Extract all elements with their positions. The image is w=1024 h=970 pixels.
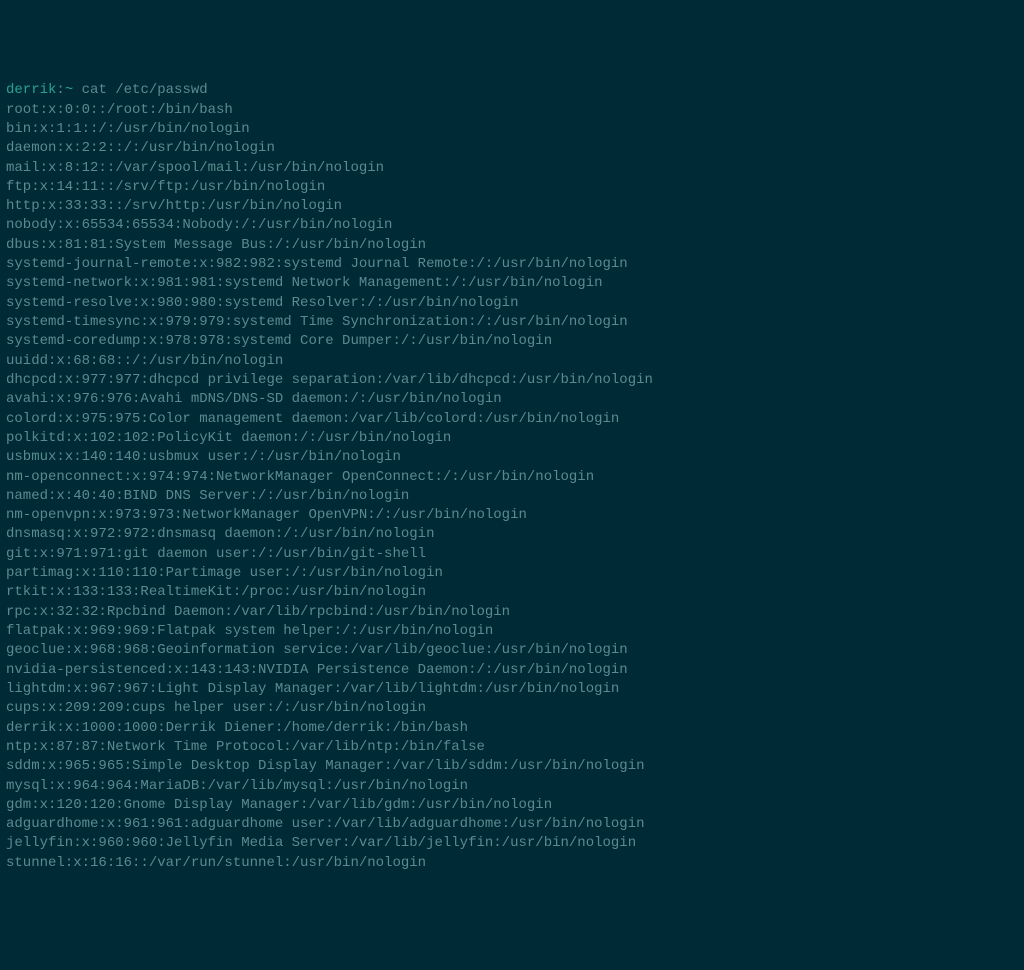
command-text: cat /etc/passwd (73, 82, 207, 98)
prompt-line: derrik:~ cat /etc/passwd (6, 82, 208, 98)
prompt-user: derrik (6, 82, 56, 98)
prompt-path: ~ (65, 82, 73, 98)
prompt-separator: : (56, 82, 64, 98)
output-lines-container: root:x:0:0::/root:/bin/bash bin:x:1:1::/… (6, 101, 1018, 874)
terminal-output[interactable]: derrik:~ cat /etc/passwd root:x:0:0::/ro… (6, 81, 1018, 873)
